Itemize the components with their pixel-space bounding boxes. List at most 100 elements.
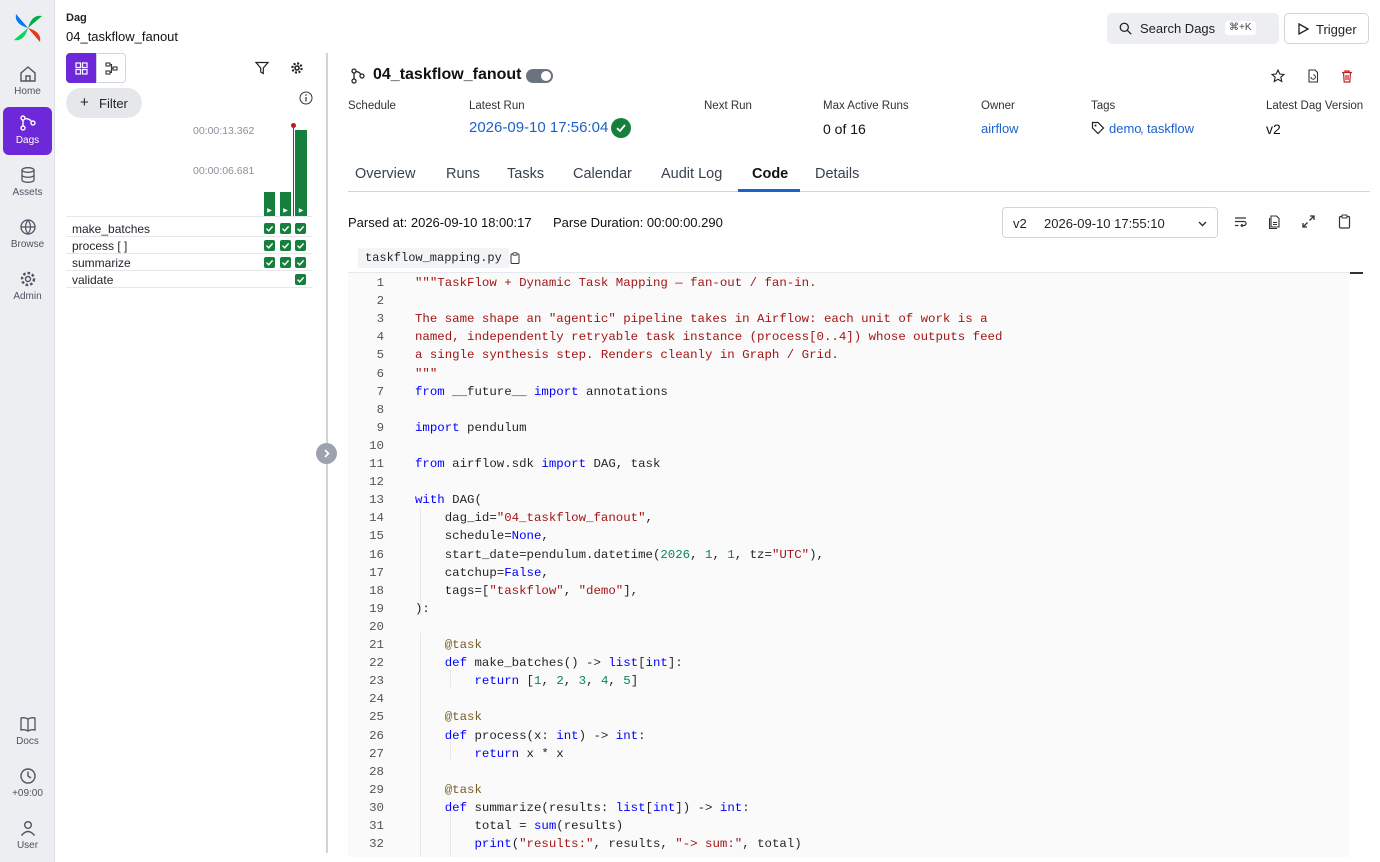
tag-taskflow[interactable]: taskflow [1147,121,1194,136]
nav-admin[interactable]: Admin [3,263,52,311]
chart-baseline [66,216,312,217]
favorite-button[interactable] [1268,66,1288,86]
tag-icon [1091,121,1105,135]
tab-tasks[interactable]: Tasks [507,166,544,182]
nav-09-00timezone[interactable]: +09:00 [3,760,52,808]
play-icon: ▶ [283,208,288,214]
wrap-lines-button[interactable] [1232,213,1250,231]
latest-run-link[interactable]: 2026-09-10 17:56:04 [469,119,608,136]
code-text: from __future__ import annotations [415,384,668,399]
run-duration-bar[interactable]: ▶ [280,192,291,216]
version-select[interactable]: v2 2026-09-10 17:55:10 [1002,207,1218,238]
nav-user[interactable]: User [3,812,52,860]
nav-docs[interactable]: Docs [3,708,52,756]
task-instance-success[interactable] [280,257,291,268]
success-status-icon [611,118,631,138]
line-number: 15 [369,529,384,544]
nav-dags[interactable]: Dags [3,107,52,155]
task-instance-success[interactable] [295,274,306,285]
task-row[interactable]: make_batches [66,220,312,237]
task-instance-success[interactable] [264,223,275,234]
run-duration-bar[interactable]: ▶ [264,192,275,216]
line-number: 14 [369,511,384,526]
line-number: 24 [369,692,384,707]
settings-button[interactable] [287,58,307,78]
nav-label: Docs [16,736,39,747]
task-row[interactable]: validate [66,271,312,288]
nav-assets[interactable]: Assets [3,159,52,207]
selected-run-dot [291,123,296,128]
grid-view-button[interactable] [66,53,96,83]
nav-browse[interactable]: Browse [3,211,52,259]
tag-demo[interactable]: demo [1109,121,1142,136]
check-icon [282,242,290,249]
task-instance-success[interactable] [280,223,291,234]
reparse-button[interactable] [1303,66,1323,86]
line-number: 3 [376,312,384,327]
nav-label: Browse [10,239,45,250]
home-icon [19,66,36,82]
tab-calendar[interactable]: Calendar [573,166,632,182]
nav-label: Dags [15,135,40,146]
filter-toggle-button[interactable] [252,58,272,78]
task-row[interactable]: process [ ] [66,237,312,254]
dag-icon [351,68,365,84]
owner-link[interactable]: airflow [981,121,1019,136]
task-instance-success[interactable] [295,257,306,268]
code-viewer[interactable]: 1 """TaskFlow + Dynamic Task Mapping — fa… [348,272,1350,857]
search-label: Search Dags [1140,21,1216,36]
airflow-logo-icon[interactable] [12,12,44,44]
task-instance-success[interactable] [264,240,275,251]
task-instance-success[interactable] [295,240,306,251]
copy-file-button[interactable] [1266,213,1284,231]
tab-runs[interactable]: Runs [446,166,480,182]
info-button[interactable] [296,88,316,108]
code-text: print("results:", results, "-> sum:", to… [474,837,802,852]
collapse-panel-button[interactable] [316,443,337,464]
task-instance-success[interactable] [280,240,291,251]
copy-code-button[interactable] [1336,213,1354,231]
left-nav: Home Dags Assets Browse Admin Docs +09:00 User [0,0,55,862]
breadcrumb-dag[interactable]: 04_taskflow_fanout [66,29,178,44]
line-number: 32 [369,837,384,852]
line-number: 27 [369,746,384,761]
search-dags-button[interactable]: Search Dags ⌘+K [1107,13,1279,44]
task-instance-success[interactable] [264,257,275,268]
search-shortcut: ⌘+K [1225,21,1256,35]
trigger-button[interactable]: Trigger [1284,13,1369,44]
task-name[interactable]: summarize [72,256,131,270]
tab-details[interactable]: Details [815,166,859,182]
copy-filename-icon[interactable] [509,252,521,264]
code-text: named, independently retryable task inst… [415,330,1003,345]
check-icon [297,276,305,283]
delete-button[interactable] [1337,66,1357,86]
task-name[interactable]: validate [72,273,113,287]
check-icon [297,259,305,266]
line-number: 9 [376,420,384,435]
nav-home[interactable]: Home [3,58,52,106]
line-number: 12 [369,475,384,490]
chevron-down-icon [1198,221,1207,227]
code-text: return [1, 2, 3, 4, 5] [474,674,639,689]
code-text: @task [444,782,482,797]
scrollbar-thumb[interactable] [1350,272,1363,274]
active-tab-indicator [738,189,800,192]
fullscreen-button[interactable] [1300,213,1318,231]
task-row[interactable]: summarize [66,254,312,271]
filter-button[interactable]: + Filter [66,88,142,118]
line-number: 16 [369,547,384,562]
task-name[interactable]: make_batches [72,222,150,236]
task-instance-success[interactable] [295,223,306,234]
line-number: 10 [369,438,384,453]
dag-tabs: Overview Runs Tasks Calendar Audit Log C… [348,160,1370,192]
tab-overview[interactable]: Overview [355,166,415,182]
code-text: The same shape an "agentic" pipeline tak… [415,312,988,327]
task-name[interactable]: process [ ] [72,239,127,253]
tab-audit-log[interactable]: Audit Log [661,166,722,182]
pause-toggle[interactable] [526,69,553,83]
line-number: 22 [369,656,384,671]
code-text: start_date=pendulum.datetime(2026, 1, 1,… [415,547,824,562]
tab-code[interactable]: Code [752,166,788,182]
run-duration-bar[interactable]: ▶ [295,130,307,216]
graph-view-button[interactable] [96,53,126,83]
